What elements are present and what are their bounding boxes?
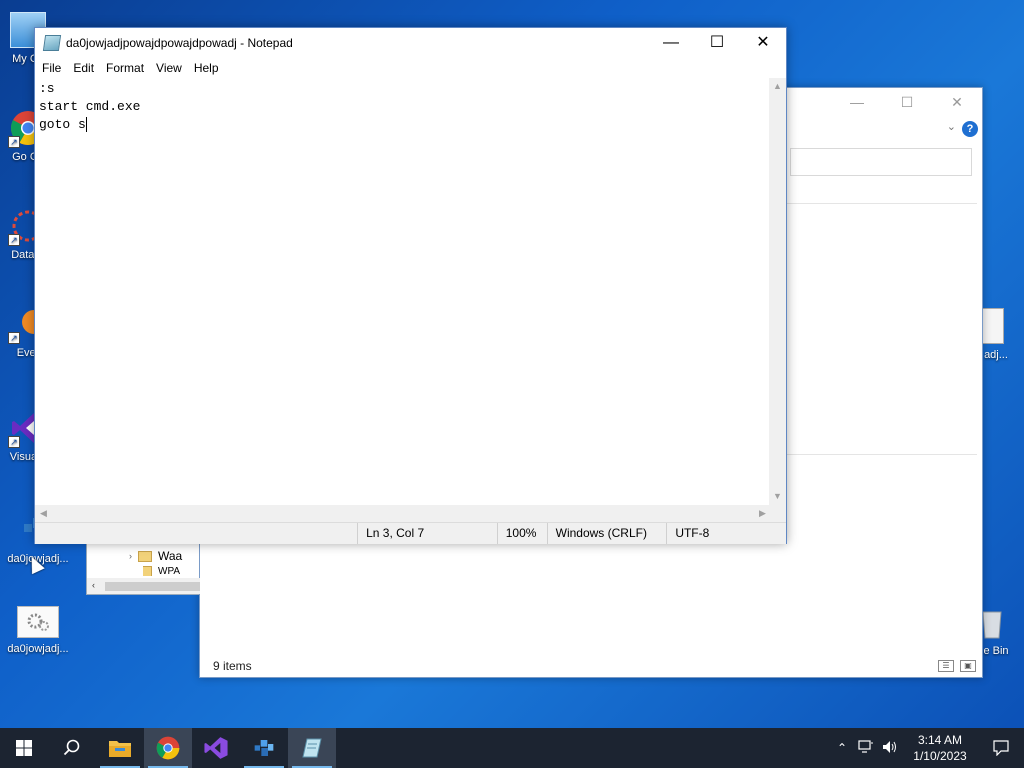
minimize-icon[interactable]: —: [832, 88, 882, 118]
show-hidden-icons-chevron-icon[interactable]: ⌃: [830, 741, 854, 755]
scroll-down-icon[interactable]: ▼: [769, 488, 786, 505]
encoding: UTF-8: [666, 523, 786, 544]
editor-line: :s: [39, 81, 55, 96]
taskbar-chrome[interactable]: [144, 728, 192, 768]
horizontal-scrollbar[interactable]: ◀ ▶: [35, 505, 771, 522]
folder-icon: [143, 566, 152, 576]
clock-time: 3:14 AM: [917, 733, 963, 747]
desktop-icon-file-2[interactable]: da0jowjadj...: [0, 606, 76, 656]
menu-file[interactable]: File: [37, 58, 68, 78]
nav-tree-item[interactable]: › Waa: [129, 548, 183, 564]
title-bar[interactable]: da0jowjadjpowajdpowajdpowadj - Notepad —…: [35, 28, 786, 58]
settings-file-icon: [17, 606, 59, 638]
vertical-scrollbar[interactable]: ▲ ▼: [769, 78, 786, 505]
desktop-icon-label: da0jowjadj...: [7, 643, 69, 655]
minimize-button[interactable]: —: [648, 28, 694, 57]
window-title: da0jowjadjpowajdpowajdpowadj - Notepad: [66, 36, 293, 50]
visual-studio-icon: [204, 737, 228, 759]
cursor-position: Ln 3, Col 7: [357, 523, 497, 544]
notepad-icon: [42, 35, 62, 51]
datawrapper-icon: [254, 740, 274, 756]
document-icon: [980, 308, 1004, 344]
start-button[interactable]: [0, 728, 48, 768]
details-view-icon[interactable]: ☰: [938, 660, 954, 672]
menu-view[interactable]: View: [151, 58, 189, 78]
editor-line-current: goto s: [39, 116, 767, 134]
taskbar: ⌃ 3:14 AM 1/10/2023: [0, 728, 1024, 768]
nav-tree-item[interactable]: › WPA: [143, 566, 180, 576]
menu-format[interactable]: Format: [101, 58, 151, 78]
shortcut-arrow-icon: ↗: [8, 136, 20, 148]
menu-bar: File Edit Format View Help: [35, 58, 786, 78]
divider: [787, 454, 977, 455]
volume-icon[interactable]: [878, 740, 902, 757]
zoom-level: 100%: [496, 523, 547, 544]
chrome-icon: [156, 736, 180, 760]
text-caret: [85, 117, 87, 133]
search-button[interactable]: [48, 728, 96, 768]
expand-ribbon-chevron-icon[interactable]: ⌄: [947, 120, 956, 133]
item-count: 9 items: [213, 659, 252, 673]
scrollbar-thumb[interactable]: [105, 582, 200, 591]
menu-edit[interactable]: Edit: [68, 58, 101, 78]
search-box[interactable]: [790, 148, 972, 176]
menu-help[interactable]: Help: [189, 58, 226, 78]
taskbar-visual-studio[interactable]: [192, 728, 240, 768]
editor-line-text: goto s: [39, 117, 86, 132]
recycle-bin-icon: [980, 606, 1004, 640]
large-icons-view-icon[interactable]: ▣: [960, 660, 976, 672]
close-icon[interactable]: ✕: [932, 88, 982, 118]
scroll-left-icon[interactable]: ‹: [92, 580, 95, 590]
clock-date: 1/10/2023: [913, 749, 967, 763]
folder-icon: [138, 550, 152, 562]
editor-line: start cmd.exe: [39, 99, 141, 114]
scrollbar-corner: [769, 505, 786, 522]
line-ending: Windows (CRLF): [546, 523, 667, 544]
chevron-right-icon[interactable]: ›: [129, 551, 132, 561]
notification-icon: [993, 740, 1009, 756]
notepad-window[interactable]: da0jowjadjpowajdpowajdpowadj - Notepad —…: [34, 27, 787, 544]
shortcut-arrow-icon: ↗: [8, 332, 20, 344]
text-editor[interactable]: :s start cmd.exe goto s: [35, 78, 771, 505]
status-spacer: [35, 523, 357, 544]
window-controls: — ☐ ✕: [648, 28, 786, 57]
windows-logo-icon: [16, 740, 32, 756]
maximize-button[interactable]: ☐: [694, 28, 740, 57]
explorer-window-controls: — ☐ ✕: [832, 88, 982, 118]
taskbar-notepad[interactable]: [288, 728, 336, 768]
status-bar: Ln 3, Col 7 100% Windows (CRLF) UTF-8: [35, 522, 786, 544]
scroll-up-icon[interactable]: ▲: [769, 78, 786, 95]
nav-tree-label: Waa: [158, 549, 183, 563]
search-icon: [63, 739, 80, 756]
divider: [787, 203, 977, 204]
notepad-icon: [302, 738, 322, 758]
scroll-left-icon[interactable]: ◀: [35, 505, 52, 522]
close-button[interactable]: ✕: [740, 28, 786, 57]
shortcut-arrow-icon: ↗: [8, 234, 20, 246]
taskbar-datawrapper[interactable]: [240, 728, 288, 768]
file-explorer-icon: [109, 741, 131, 757]
network-icon[interactable]: [854, 739, 878, 757]
help-icon[interactable]: ?: [962, 121, 978, 137]
nav-tree-label: WPA: [158, 566, 181, 576]
horizontal-scrollbar[interactable]: ‹: [87, 578, 200, 594]
maximize-icon[interactable]: ☐: [882, 88, 932, 118]
view-toggle: ☰ ▣: [938, 660, 976, 672]
clock[interactable]: 3:14 AM 1/10/2023: [902, 732, 978, 764]
taskbar-file-explorer[interactable]: [96, 728, 144, 768]
shortcut-arrow-icon: ↗: [8, 436, 20, 448]
action-center-button[interactable]: [978, 740, 1024, 756]
explorer-nav-pane: › Waa › WPA ‹: [86, 540, 200, 595]
system-tray: ⌃ 3:14 AM 1/10/2023: [830, 728, 1024, 768]
